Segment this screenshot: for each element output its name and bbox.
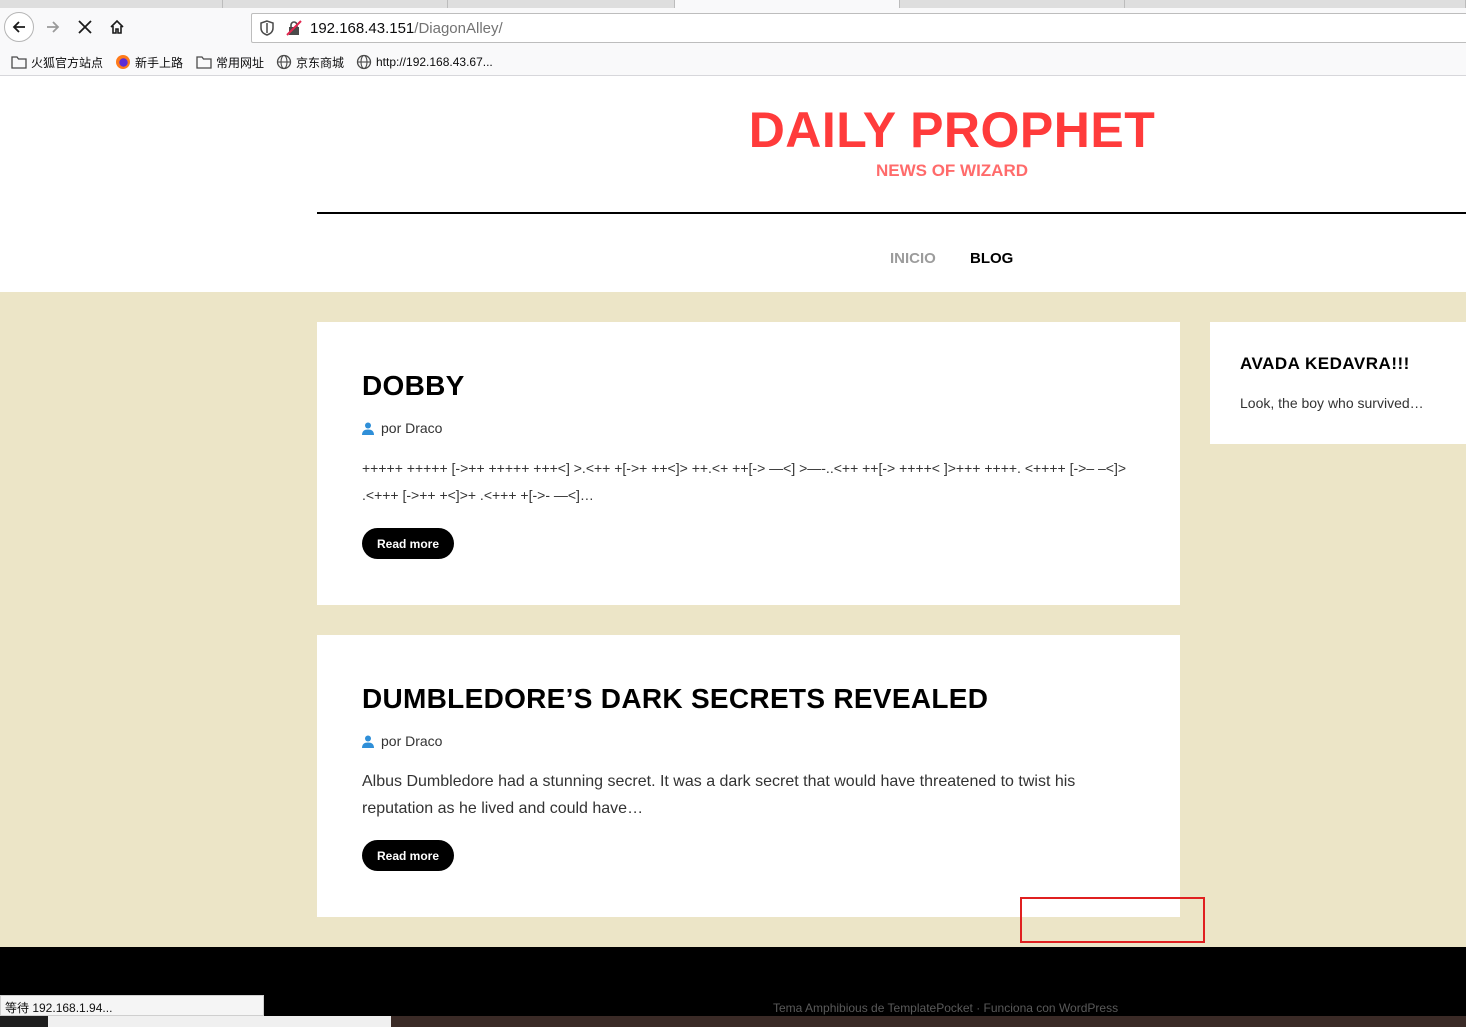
browser-tab[interactable] — [900, 0, 1125, 8]
post-excerpt: Albus Dumbledore had a stunning secret. … — [362, 773, 1076, 817]
post-card: DOBBY por Draco +++++ +++++ [->++ +++++ … — [317, 322, 1180, 605]
taskbar-icons — [391, 1016, 1466, 1027]
tab-strip — [0, 0, 1466, 8]
post-author[interactable]: por Draco — [381, 733, 442, 749]
user-icon — [362, 735, 374, 748]
insecure-lock-icon[interactable] — [286, 20, 302, 36]
status-tooltip: 等待 192.168.1.94... — [0, 995, 264, 1016]
navigation-toolbar: 192.168.43.151/DiagonAlley/ — [0, 8, 1466, 48]
bookmark-label: 京东商城 — [296, 55, 345, 70]
browser-tab[interactable] — [448, 0, 675, 8]
widget-text: Look, the boy who survived… — [1240, 395, 1424, 411]
user-icon — [362, 422, 374, 435]
widget-title: AVADA KEDAVRA!!! — [1240, 354, 1410, 373]
sidebar-widget: AVADA KEDAVRA!!! Look, the boy who survi… — [1210, 322, 1466, 444]
firefox-icon — [116, 55, 130, 69]
menu-item-blog[interactable]: BLOG — [970, 250, 1013, 267]
browser-tab-active[interactable] — [675, 0, 900, 8]
bookmarks-toolbar: 火狐官方站点 新手上路 常用网址 京东商城 http://192.168.43.… — [0, 48, 1466, 76]
bookmark-item[interactable]: 京东商城 — [276, 53, 344, 71]
site-title[interactable]: DAILY PROPHET — [617, 101, 1287, 159]
bookmark-label: http://192.168.43.67... — [376, 55, 493, 69]
arrow-left-icon — [12, 21, 25, 33]
bookmark-item[interactable]: 常用网址 — [196, 53, 264, 71]
browser-tab[interactable] — [1125, 0, 1466, 8]
read-more-button[interactable]: Read more — [362, 528, 454, 559]
browser-tab[interactable] — [223, 0, 448, 8]
post-byline: por Draco — [362, 733, 442, 749]
globe-icon — [356, 54, 372, 70]
bookmark-label: 新手上路 — [135, 55, 184, 70]
post-author[interactable]: por Draco — [381, 420, 442, 436]
taskbar-segment — [0, 1016, 48, 1027]
bookmark-item[interactable]: 火狐官方站点 — [11, 53, 103, 71]
folder-icon — [11, 56, 27, 69]
stop-loading-button[interactable] — [70, 12, 100, 42]
bookmark-label: 常用网址 — [216, 55, 265, 70]
browser-tab[interactable] — [0, 0, 223, 8]
url-text[interactable]: 192.168.43.151/DiagonAlley/ — [310, 20, 503, 37]
footer-credits[interactable]: Tema Amphibious de TemplatePocket · Func… — [773, 1001, 1118, 1015]
globe-icon — [276, 54, 292, 70]
header-divider — [317, 212, 1466, 214]
shield-icon[interactable] — [260, 20, 274, 36]
bookmark-item[interactable]: http://192.168.43.67... — [356, 53, 493, 71]
web-page: DAILY PROPHET NEWS OF WIZARD INICIO BLOG… — [0, 77, 1466, 1027]
folder-icon — [196, 56, 212, 69]
bookmark-item[interactable]: 新手上路 — [115, 53, 183, 71]
os-taskbar — [0, 1016, 1466, 1027]
post-card: DUMBLEDORE’S DARK SECRETS REVEALED por D… — [317, 635, 1180, 917]
arrow-right-icon — [47, 21, 60, 33]
menu-item-inicio[interactable]: INICIO — [890, 250, 936, 267]
post-title[interactable]: DUMBLEDORE’S DARK SECRETS REVEALED — [362, 683, 988, 715]
back-button[interactable] — [4, 12, 34, 42]
address-bar[interactable]: 192.168.43.151/DiagonAlley/ — [251, 13, 1466, 43]
home-button[interactable] — [102, 12, 132, 42]
taskbar-search-box[interactable] — [48, 1016, 391, 1027]
annotation-highlight-box — [1020, 897, 1205, 943]
post-title[interactable]: DOBBY — [362, 370, 465, 402]
url-path: /DiagonAlley/ — [414, 20, 503, 37]
read-more-button[interactable]: Read more — [362, 840, 454, 871]
post-byline: por Draco — [362, 420, 442, 436]
forward-button[interactable] — [38, 12, 68, 42]
url-host: 192.168.43.151 — [310, 20, 415, 37]
bookmark-label: 火狐官方站点 — [31, 55, 104, 70]
site-tagline: NEWS OF WIZARD — [875, 161, 1029, 180]
close-icon — [78, 20, 92, 34]
home-icon — [110, 19, 124, 34]
post-excerpt: +++++ +++++ [->++ +++++ +++<] >.<++ +[->… — [362, 460, 1127, 503]
